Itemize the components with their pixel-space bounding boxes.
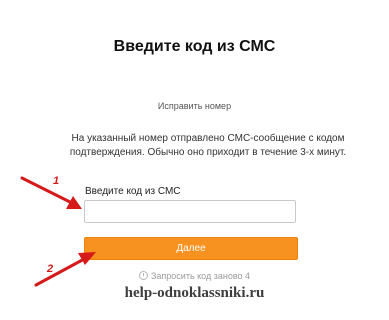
arrow-1: 1 — [20, 175, 82, 209]
info-text: На указанный номер отправлено СМС-сообще… — [69, 133, 347, 158]
resend-code-link[interactable]: Запросить код заново 4 — [0, 271, 389, 281]
code-field-label: Введите код из СМС — [85, 186, 181, 197]
sms-code-card: Введите код из СМС Исправить номер На ук… — [0, 0, 389, 320]
watermark: help-odnoklassniki.ru — [124, 285, 265, 301]
resend-code-text: Запросить код заново 4 — [150, 271, 251, 281]
sms-code-input[interactable] — [84, 200, 296, 223]
timer-icon — [138, 271, 148, 280]
arrow-1-label: 1 — [53, 175, 59, 187]
page-title: Введите код из СМС — [113, 38, 276, 55]
next-button[interactable]: Далее — [84, 237, 298, 260]
fix-number-link[interactable]: Исправить номер — [0, 101, 389, 111]
